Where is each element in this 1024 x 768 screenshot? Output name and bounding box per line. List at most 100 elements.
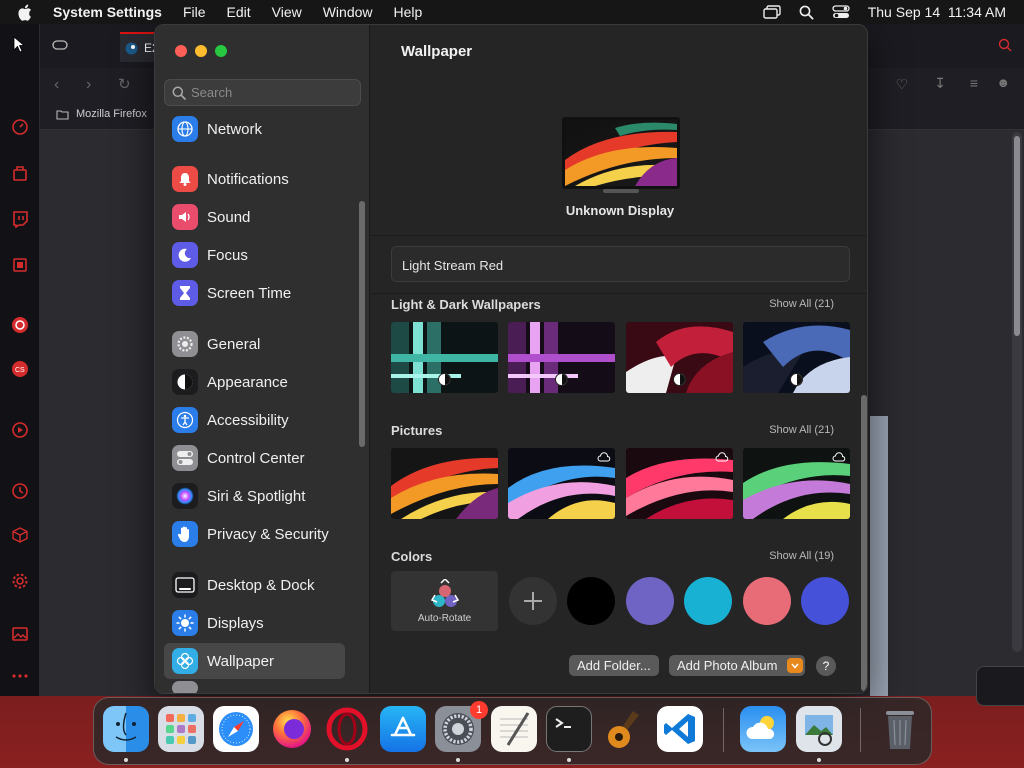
- control-center-icon[interactable]: [832, 5, 850, 19]
- more-icon[interactable]: [11, 667, 29, 685]
- wallpaper-thumbnail[interactable]: [391, 448, 498, 519]
- wallpaper-thumbnail[interactable]: [391, 322, 498, 393]
- menu-help[interactable]: Help: [394, 4, 423, 20]
- show-all-pictures-button[interactable]: Show All (21): [769, 424, 834, 436]
- back-icon[interactable]: ‹: [54, 76, 59, 94]
- sidebar-item-network[interactable]: Network: [164, 111, 345, 147]
- gallery-icon[interactable]: [11, 625, 29, 643]
- system-settings-window: Network Notifications Sound Focus Screen…: [154, 24, 868, 694]
- dock-icon: [172, 572, 198, 598]
- add-photo-album-button[interactable]: Add Photo Album: [669, 655, 806, 676]
- zoom-window-button[interactable]: [215, 45, 227, 57]
- terminal-icon[interactable]: [546, 706, 592, 752]
- menu-file[interactable]: File: [183, 4, 206, 20]
- garageband-icon[interactable]: [602, 706, 648, 752]
- menu-window[interactable]: Window: [323, 4, 373, 20]
- weather-icon[interactable]: [740, 706, 786, 752]
- wallpaper-thumbnail[interactable]: [743, 322, 850, 393]
- show-all-light-dark-button[interactable]: Show All (21): [769, 298, 834, 310]
- heart-icon[interactable]: ♡: [895, 76, 908, 93]
- bag-icon[interactable]: [11, 164, 29, 182]
- add-color-button[interactable]: [509, 577, 557, 625]
- safari-icon[interactable]: [213, 706, 259, 752]
- profile-icon[interactable]: ☻: [996, 75, 1010, 90]
- sidebar-item-focus[interactable]: Focus: [164, 237, 345, 273]
- settings-search[interactable]: [164, 79, 361, 106]
- wallpaper-thumbnail[interactable]: [626, 322, 733, 393]
- screen-mirroring-icon[interactable]: [763, 5, 781, 19]
- download-cloud-icon[interactable]: [832, 452, 846, 462]
- color-swatch[interactable]: [567, 577, 615, 625]
- gamepad-icon[interactable]: [52, 38, 68, 52]
- firefox-icon[interactable]: [269, 706, 315, 752]
- menubar-clock[interactable]: Thu Sep 14 11:34 AM: [868, 4, 1006, 20]
- apple-menu-icon[interactable]: [17, 0, 35, 24]
- download-cloud-icon[interactable]: [715, 452, 729, 462]
- sidebar-item-wallpaper[interactable]: Wallpaper: [164, 643, 345, 679]
- wallpaper-thumbnail[interactable]: [626, 448, 733, 519]
- sidebar-item-appearance[interactable]: Appearance: [164, 364, 345, 400]
- forward-icon[interactable]: ›: [86, 76, 91, 94]
- browser-settings-icon[interactable]: [11, 572, 29, 590]
- main-scrollbar[interactable]: [861, 395, 867, 691]
- sidebar-item-desktop-dock[interactable]: Desktop & Dock: [164, 567, 345, 603]
- sidebar-item-sound[interactable]: Sound: [164, 199, 345, 235]
- vscode-icon[interactable]: [657, 706, 703, 752]
- auto-rotate-option[interactable]: Auto-Rotate: [391, 571, 498, 631]
- twitch-icon[interactable]: [11, 210, 29, 228]
- color-swatch[interactable]: [626, 577, 674, 625]
- download-icon[interactable]: ↧: [934, 75, 946, 92]
- sidebar-item-privacy-security[interactable]: Privacy & Security: [164, 516, 345, 552]
- cursor-icon: [13, 36, 26, 53]
- bookmark-item[interactable]: Mozilla Firefox: [58, 108, 147, 120]
- sidebar-item-screen-time[interactable]: Screen Time: [164, 275, 345, 311]
- trash-icon[interactable]: [877, 706, 923, 752]
- color-swatch[interactable]: [684, 577, 732, 625]
- textedit-icon[interactable]: [491, 706, 537, 752]
- sidebar-item-siri-spotlight[interactable]: Siri & Spotlight: [164, 478, 345, 514]
- menu-edit[interactable]: Edit: [227, 4, 251, 20]
- search-input[interactable]: [191, 85, 351, 100]
- app-store-icon[interactable]: [380, 706, 426, 752]
- cube-icon[interactable]: [11, 526, 29, 544]
- player-icon[interactable]: [11, 421, 29, 439]
- download-cloud-icon[interactable]: [597, 452, 611, 462]
- chip-icon[interactable]: [11, 256, 29, 274]
- easy-setup-icon[interactable]: ≡: [970, 75, 978, 91]
- show-all-colors-button[interactable]: Show All (19): [769, 550, 834, 562]
- chatgpt-icon[interactable]: [11, 316, 29, 334]
- wallpaper-thumbnail[interactable]: [508, 322, 615, 393]
- toggles-icon: [172, 445, 198, 471]
- cs-icon[interactable]: CS: [11, 360, 29, 378]
- opera-icon[interactable]: [324, 706, 370, 752]
- help-button[interactable]: ?: [816, 656, 836, 676]
- minimize-window-button[interactable]: [195, 45, 207, 57]
- color-swatch[interactable]: [743, 577, 791, 625]
- menu-app-name[interactable]: System Settings: [53, 4, 162, 20]
- menu-view[interactable]: View: [272, 4, 302, 20]
- browser-search-icon[interactable]: [998, 38, 1012, 52]
- preview-icon[interactable]: [796, 706, 842, 752]
- launchpad-icon[interactable]: [158, 706, 204, 752]
- sidebar-item-control-center[interactable]: Control Center: [164, 440, 345, 476]
- add-folder-button[interactable]: Add Folder...: [569, 655, 659, 676]
- color-swatch[interactable]: [801, 577, 849, 625]
- sidebar-item-accessibility[interactable]: Accessibility: [164, 402, 345, 438]
- history-icon[interactable]: [11, 482, 29, 500]
- finder-icon[interactable]: [103, 706, 149, 752]
- close-window-button[interactable]: [175, 45, 187, 57]
- speed-dial-icon[interactable]: [11, 118, 29, 136]
- browser-scrollbar[interactable]: [1012, 132, 1022, 652]
- sidebar-item-general[interactable]: General: [164, 326, 345, 362]
- sidebar-item-label: General: [207, 335, 261, 353]
- sidebar-item-label: Wallpaper: [207, 652, 274, 670]
- sidebar-item-notifications[interactable]: Notifications: [164, 161, 345, 197]
- light-dark-mode-icon: [438, 373, 451, 386]
- sidebar-item-partial[interactable]: [164, 681, 345, 693]
- wallpaper-thumbnail[interactable]: [743, 448, 850, 519]
- spotlight-search-icon[interactable]: [799, 5, 814, 20]
- sidebar-item-displays[interactable]: Displays: [164, 605, 345, 641]
- sidebar-scrollbar[interactable]: [359, 201, 365, 447]
- wallpaper-thumbnail[interactable]: [508, 448, 615, 519]
- reload-icon[interactable]: ↻: [118, 75, 131, 93]
